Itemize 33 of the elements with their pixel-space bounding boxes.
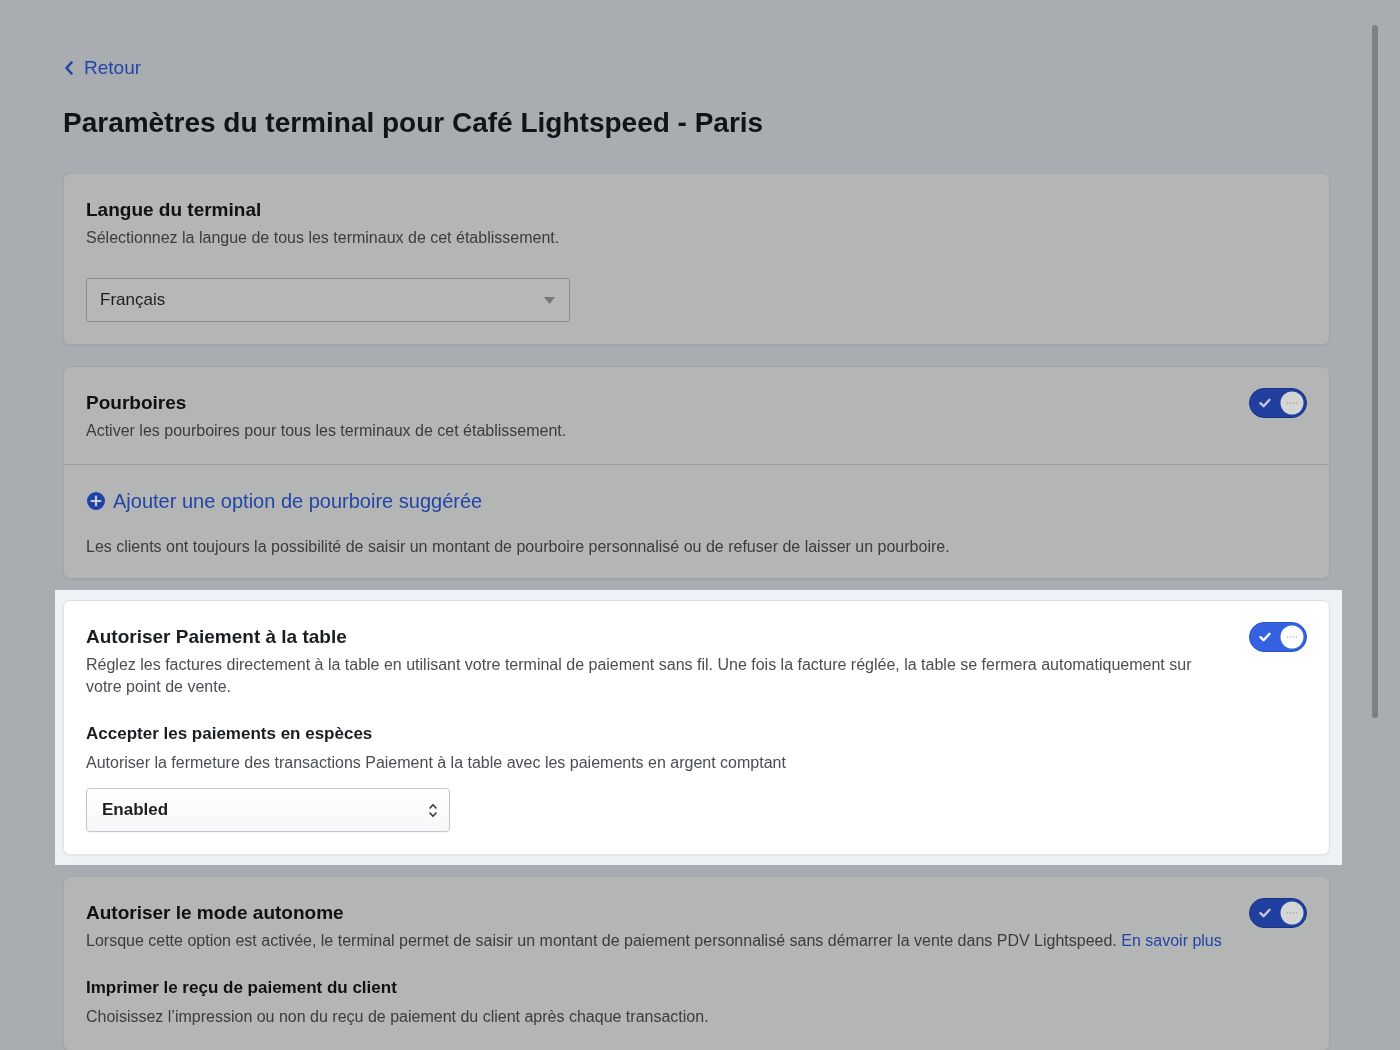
- select-field[interactable]: Français: [86, 278, 570, 322]
- section-description: Activer les pourboires pour tous les terminaux de cet établissement.: [86, 421, 568, 441]
- chevron-left-icon: [64, 61, 74, 75]
- chevrons-up-down-icon: [429, 802, 437, 818]
- check-icon: [1259, 908, 1271, 918]
- toggle-switch[interactable]: [1249, 898, 1307, 928]
- learn-more-link[interactable]: En savoir plus: [1121, 932, 1222, 949]
- tip-note: Les clients ont toujours la possibilité de saisir un montant de pourboire personnalisé ou de refuser de laisser un pourboire.: [86, 537, 950, 557]
- add-tip-option-link[interactable]: Ajouter une option de pourboire suggérée: [87, 488, 483, 514]
- scrollbar-thumb[interactable]: [1372, 25, 1378, 718]
- toggle-switch[interactable]: [1249, 622, 1307, 652]
- setting-title: Accepter les paiements en espèces: [86, 723, 374, 745]
- toggle-knob[interactable]: [1280, 901, 1304, 925]
- section-title: Autoriser le mode autonome: [86, 901, 345, 925]
- setting-description: Autoriser la fermeture des transactions Paiement à la table avec les paiements en argent comptant: [86, 753, 787, 773]
- setting-title: Imprimer le reçu de paiement du client: [86, 977, 398, 999]
- section-description: Lorsque cette option est activée, le terminal permet de saisir un montant de paiement personnalisé sans démarrer la vente dans PDV Lightspeed. En savoir plus: [86, 931, 1223, 951]
- setting-description: Choisissez l’impression ou non du reçu de paiement du client après chaque transaction.: [86, 1007, 710, 1027]
- toggle-knob[interactable]: [1280, 625, 1304, 649]
- caret-icon: [544, 296, 555, 304]
- select-field[interactable]: Enabled: [86, 788, 450, 832]
- toggle-knob[interactable]: [1280, 391, 1304, 415]
- section-title: Autoriser Paiement à la table: [86, 625, 348, 649]
- back-link[interactable]: Retour: [64, 56, 142, 80]
- section-title: Pourboires: [86, 391, 188, 415]
- section-description: Réglez les factures directement à la table en utilisant votre terminal de paiement sans fil. Une fois la facture réglée, la table se fermera automatiquement sur votre point de vente.: [86, 655, 1193, 697]
- check-icon: [1259, 632, 1271, 642]
- section-title: Langue du terminal: [86, 198, 263, 222]
- page-title: Paramètres du terminal pour Café Lightspeed - Paris: [63, 106, 765, 140]
- toggle-switch[interactable]: [1249, 388, 1307, 418]
- check-icon: [1259, 398, 1271, 408]
- plus-circle-icon: [87, 492, 105, 510]
- section-description: Sélectionnez la langue de tous les terminaux de cet établissement.: [86, 228, 561, 248]
